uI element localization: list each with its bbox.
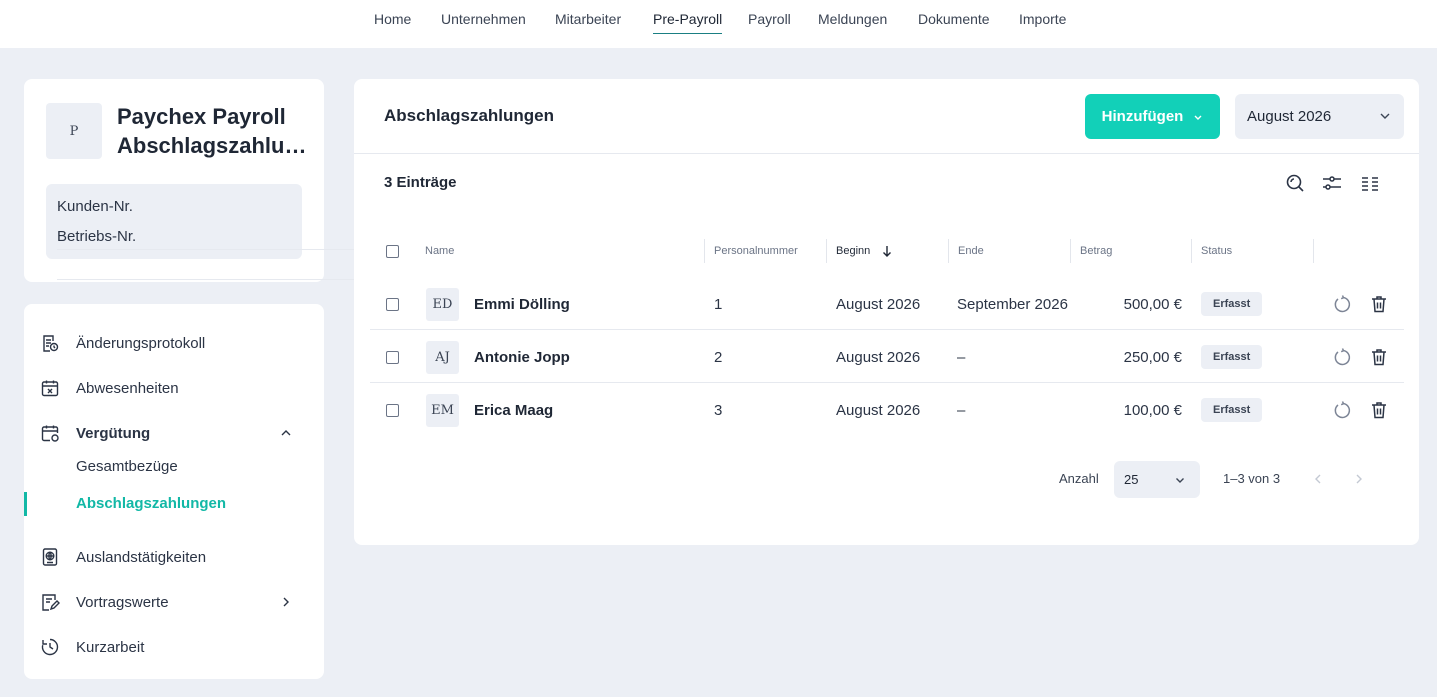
panel-header: Abschlagszahlungen Hinzufügen August 202… — [354, 79, 1419, 154]
undo-icon[interactable] — [1332, 331, 1352, 383]
table-row[interactable]: ED Emmi Dölling 1 August 2026 September … — [370, 278, 1404, 330]
company-logo: P — [46, 103, 102, 159]
betrag-cell: 500,00 € — [1123, 295, 1182, 313]
active-indicator — [24, 492, 27, 516]
column-ende[interactable]: Ende — [948, 239, 984, 263]
chevron-right-icon — [283, 597, 289, 607]
personalnummer-cell: 2 — [714, 348, 723, 366]
menu-item-kurzarbeit[interactable]: Kurzarbeit — [40, 635, 310, 659]
page-size-label: Anzahl — [1059, 471, 1099, 486]
row-checkbox[interactable] — [386, 331, 399, 383]
nav-payroll[interactable]: Payroll — [748, 11, 791, 33]
menu-item-auslandstaetigkeiten[interactable]: Auslandstätigkeiten — [40, 545, 310, 569]
betriebs-nr-label: Betriebs-Nr. — [57, 228, 137, 245]
avatar: ED — [426, 287, 459, 321]
avatar: EM — [426, 393, 459, 427]
menu-item-vortragswerte[interactable]: Vortragswerte — [40, 590, 310, 614]
beginn-cell: August 2026 — [836, 348, 921, 366]
select-all-checkbox[interactable] — [386, 239, 399, 263]
employee-name[interactable]: Emmi Dölling — [474, 296, 570, 313]
column-actions — [1313, 239, 1323, 263]
beginn-cell: August 2026 — [836, 295, 921, 313]
search-icon[interactable] — [1284, 172, 1306, 194]
column-betrag[interactable]: Betrag — [1070, 239, 1112, 263]
calendar-money-icon — [41, 425, 59, 442]
delete-icon[interactable] — [1369, 278, 1389, 330]
ende-cell: – — [957, 401, 966, 419]
nav-mitarbeiter[interactable]: Mitarbeiter — [555, 11, 621, 33]
add-button[interactable]: Hinzufügen — [1085, 94, 1220, 139]
chevron-up-icon — [281, 430, 291, 436]
clock-icon — [41, 638, 59, 656]
arrow-down-icon — [883, 246, 892, 257]
entry-count: 3 Einträge — [384, 174, 457, 191]
betrag-cell: 250,00 € — [1123, 348, 1182, 366]
passport-globe-icon — [42, 548, 58, 566]
submenu-item-gesamtbezuege[interactable]: Gesamtbezüge — [76, 458, 178, 475]
month-select[interactable]: August 2026 — [1235, 94, 1404, 139]
main-panel: Abschlagszahlungen Hinzufügen August 202… — [354, 79, 1419, 545]
column-personalnummer[interactable]: Personalnummer — [704, 239, 798, 263]
status-badge: Erfasst — [1201, 345, 1263, 369]
row-checkbox[interactable] — [386, 384, 399, 436]
side-menu: Änderungsprotokoll Abwesenheiten Vergütu… — [24, 304, 324, 679]
table-row[interactable]: EM Erica Maag 3 August 2026 – 100,00 € E… — [370, 384, 1404, 436]
filter-sliders-icon[interactable] — [1321, 172, 1343, 194]
nav-meldungen[interactable]: Meldungen — [818, 11, 887, 33]
beginn-cell: August 2026 — [836, 401, 921, 419]
personalnummer-cell: 1 — [714, 295, 723, 313]
document-clock-icon — [43, 335, 59, 352]
nav-dokumente[interactable]: Dokumente — [918, 11, 990, 33]
nav-pre-payroll[interactable]: Pre-Payroll — [653, 11, 723, 34]
table-row[interactable]: AJ Antonie Jopp 2 August 2026 – 250,00 €… — [370, 331, 1404, 383]
company-title: Paychex Payroll Abschlagszahlungen — [117, 104, 312, 158]
status-badge: Erfasst — [1201, 398, 1263, 422]
ende-cell: September 2026 — [957, 295, 1068, 313]
nav-importe[interactable]: Importe — [1019, 11, 1066, 33]
column-name[interactable]: Name — [425, 239, 454, 263]
chevron-down-icon — [1380, 113, 1390, 119]
column-beginn[interactable]: Beginn — [826, 239, 894, 263]
column-status[interactable]: Status — [1191, 239, 1232, 263]
delete-icon[interactable] — [1369, 331, 1389, 383]
nav-home[interactable]: Home — [374, 11, 411, 33]
avatar: AJ — [426, 340, 459, 374]
status-badge: Erfasst — [1201, 292, 1263, 316]
chevron-down-icon — [1176, 478, 1184, 483]
nav-unternehmen[interactable]: Unternehmen — [441, 11, 526, 33]
columns-icon[interactable] — [1359, 172, 1381, 194]
row-checkbox[interactable] — [386, 278, 399, 330]
top-navigation: Home Unternehmen Mitarbeiter Pre-Payroll… — [0, 0, 1437, 48]
chevron-down-icon — [1194, 115, 1202, 120]
menu-item-aenderungsprotokoll[interactable]: Änderungsprotokoll — [40, 331, 310, 355]
employee-name[interactable]: Erica Maag — [474, 402, 553, 419]
personalnummer-cell: 3 — [714, 401, 723, 419]
betrag-cell: 100,00 € — [1123, 401, 1182, 419]
page-title: Abschlagszahlungen — [384, 106, 555, 125]
undo-icon[interactable] — [1332, 384, 1352, 436]
calendar-x-icon — [41, 380, 59, 397]
table-header: Name Personalnummer Beginn Ende Betrag S… — [370, 239, 1404, 263]
document-edit-icon — [42, 594, 60, 611]
employee-name[interactable]: Antonie Jopp — [474, 349, 570, 366]
chevron-right-icon[interactable] — [1352, 472, 1366, 486]
menu-item-abwesenheiten[interactable]: Abwesenheiten — [40, 376, 310, 400]
page-range: 1–3 von 3 — [1223, 471, 1281, 486]
page-size-select[interactable]: 25 — [1114, 461, 1200, 498]
menu-item-verguetung[interactable]: Vergütung — [40, 421, 310, 445]
company-card: P Paychex Payroll Abschlagszahlungen Kun… — [24, 79, 1091, 282]
delete-icon[interactable] — [1369, 384, 1389, 436]
ende-cell: – — [957, 348, 966, 366]
submenu-item-abschlagszahlungen[interactable]: Abschlagszahlungen — [76, 495, 226, 512]
chevron-left-icon[interactable] — [1311, 472, 1325, 486]
company-info-box: Kunden-Nr. – Betriebs-Nr. 94405482 — [46, 184, 1091, 280]
undo-icon[interactable] — [1332, 278, 1352, 330]
